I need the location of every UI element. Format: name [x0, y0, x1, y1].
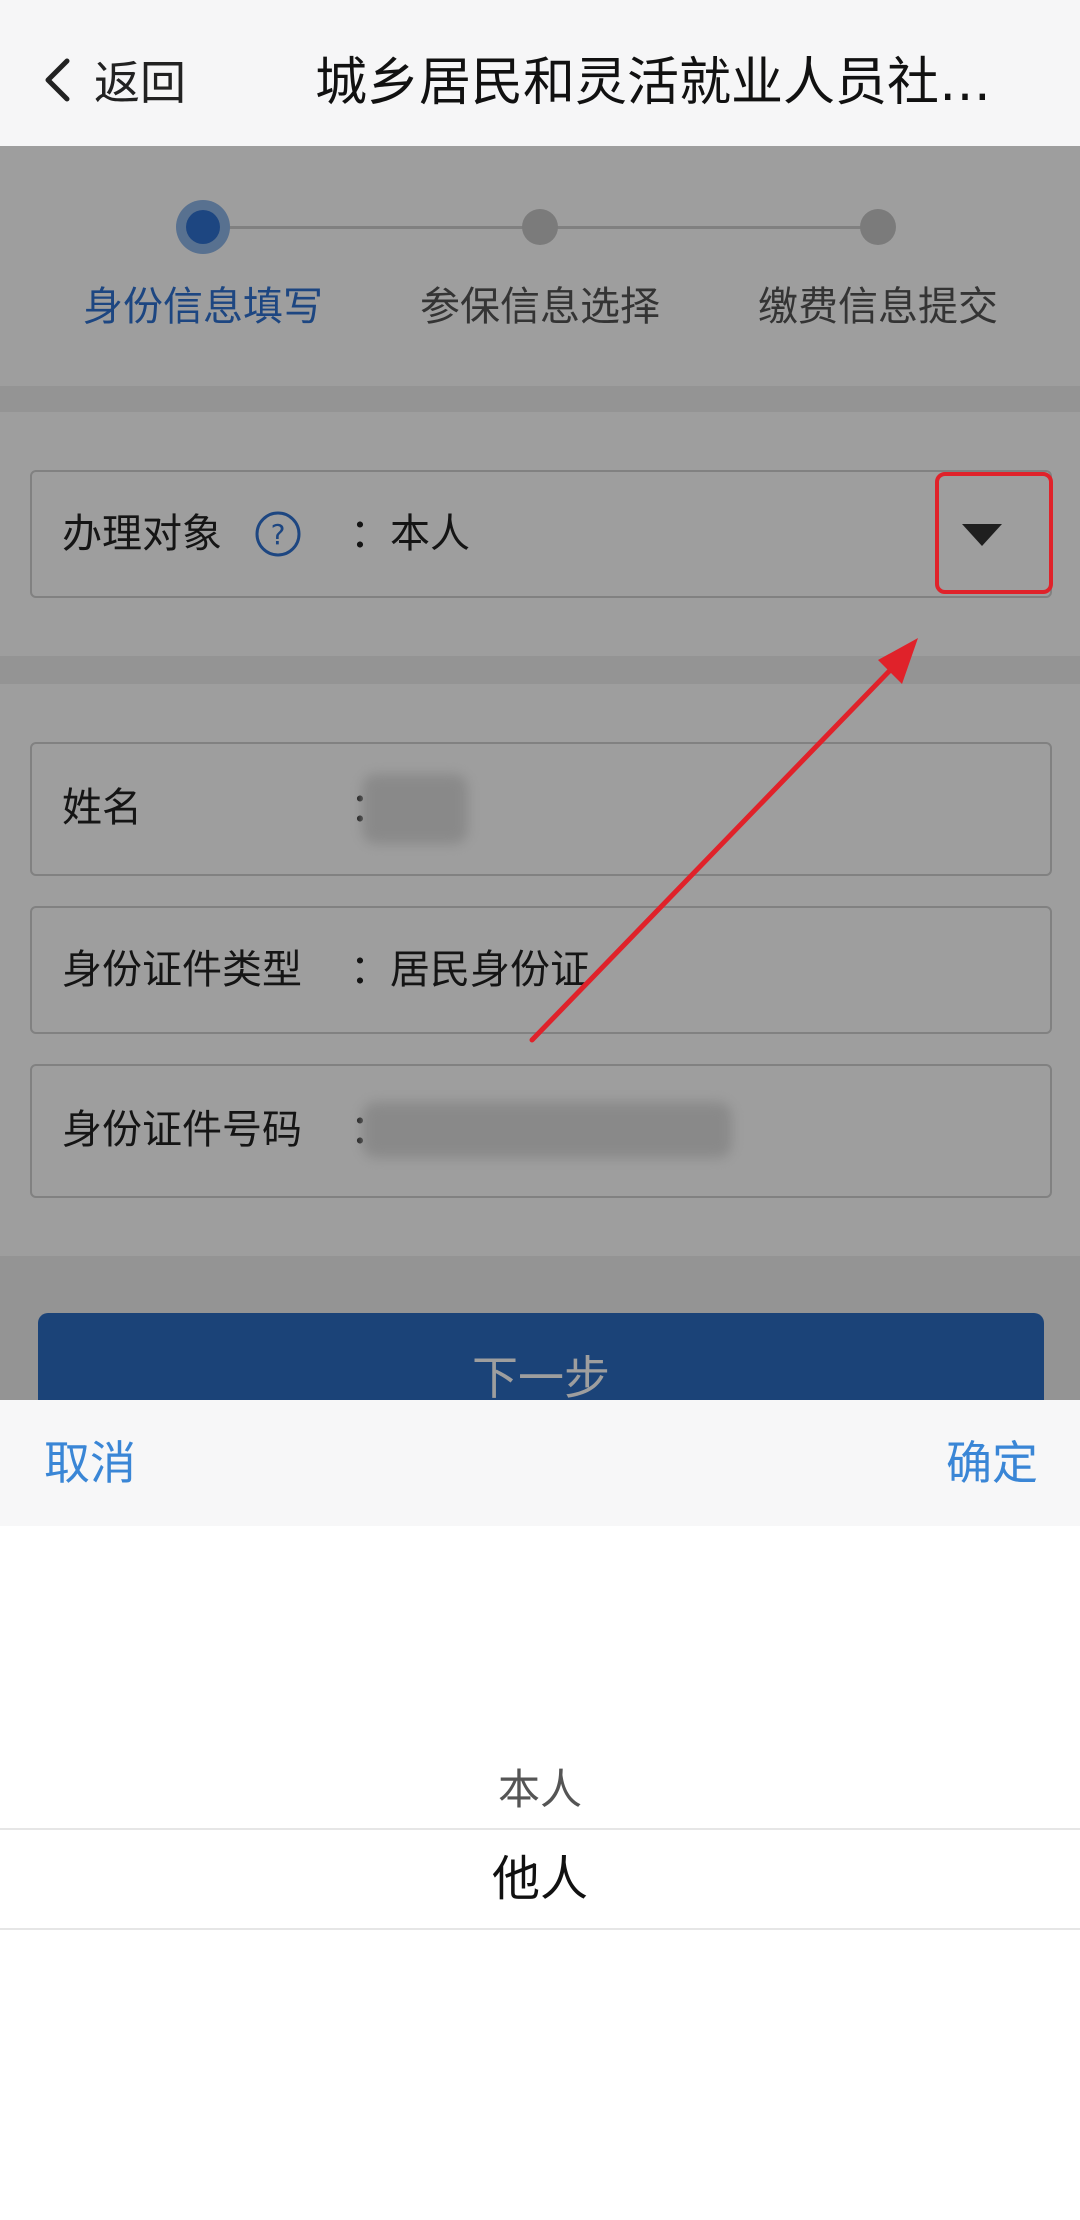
picker-cancel-button[interactable]: 取消 [44, 1400, 136, 1526]
picker-option-self[interactable]: 本人 [0, 1740, 1080, 1840]
back-label: 返回 [94, 56, 186, 110]
page-title: 城乡居民和灵活就业人员社保... [315, 53, 1040, 113]
chevron-left-icon [45, 58, 70, 102]
picker-toolbar: 取消 确定 [0, 1400, 1080, 1526]
modal-dim-overlay[interactable] [0, 146, 1080, 1400]
picker-option-other[interactable]: 他人 [0, 1830, 1080, 1928]
annotation-highlight-box [935, 472, 1053, 594]
top-navbar: 返回 城乡居民和灵活就业人员社保... [0, 0, 1080, 146]
app-screen: 返回 城乡居民和灵活就业人员社保... 身份信息填写 参保信息选择 缴费信息提交… [0, 0, 1080, 2220]
back-button[interactable]: 返回 [40, 0, 186, 160]
picker-confirm-button[interactable]: 确定 [946, 1400, 1038, 1526]
option-picker-sheet: 取消 确定 本人 他人 [0, 1400, 1080, 2220]
picker-selection-divider [0, 1928, 1080, 1930]
